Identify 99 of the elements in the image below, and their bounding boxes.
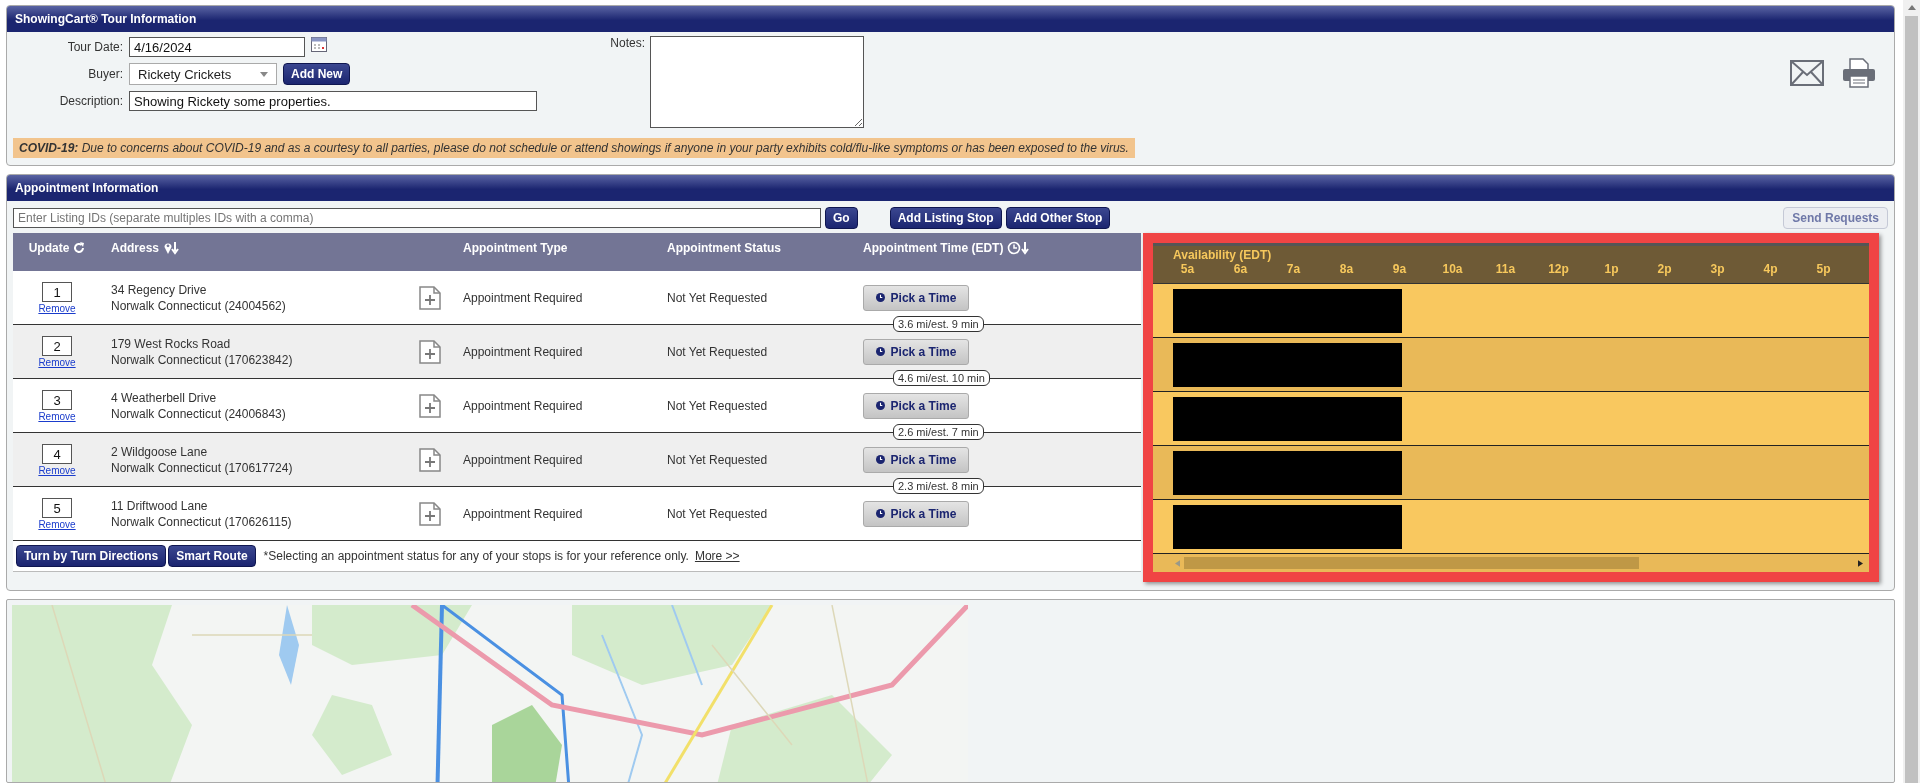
remove-link[interactable]: Remove bbox=[38, 518, 76, 530]
column-header: Update bbox=[28, 241, 70, 255]
order-field[interactable]: 4 bbox=[42, 443, 72, 464]
footnote: *Selecting an appointment status for any of your stops is for your reference only. bbox=[263, 549, 689, 563]
envelope-icon[interactable] bbox=[1790, 60, 1824, 86]
add-note-icon[interactable] bbox=[419, 447, 441, 472]
clock-icon bbox=[875, 509, 885, 518]
more-link[interactable]: More >> bbox=[694, 549, 740, 563]
clock-icon bbox=[875, 347, 885, 356]
clock-icon bbox=[875, 401, 885, 410]
appointment-type: Appointment Required bbox=[463, 398, 583, 413]
printer-icon[interactable] bbox=[1842, 58, 1876, 88]
hour-label: 7a bbox=[1285, 262, 1302, 276]
street-address: 2 Wildgoose Lane bbox=[111, 444, 208, 459]
order-field[interactable]: 3 bbox=[42, 389, 72, 410]
route-button[interactable]: Smart Route bbox=[168, 545, 256, 567]
add-note-icon[interactable] bbox=[419, 339, 441, 364]
city-listing-id: Norwalk Connecticut (24004562) bbox=[111, 298, 286, 313]
city-listing-id: Norwalk Connecticut (170623842) bbox=[111, 352, 293, 367]
city-listing-id: Norwalk Connecticut (170617724) bbox=[111, 460, 293, 475]
street-address: 11 Driftwood Lane bbox=[111, 498, 208, 513]
column-header: Appointment Time (EDT) bbox=[863, 241, 1004, 255]
pick-time-button[interactable]: Pick a Time bbox=[863, 284, 969, 311]
pin-sort-icon[interactable] bbox=[163, 241, 180, 255]
pick-time-button[interactable]: Pick a Time bbox=[863, 392, 969, 419]
appointment-status: Not Yet Requested bbox=[667, 344, 768, 359]
hour-label: 3p bbox=[1709, 262, 1726, 276]
hour-label: 2p bbox=[1656, 262, 1673, 276]
appointment-status: Not Yet Requested bbox=[667, 506, 768, 521]
clock-icon bbox=[875, 455, 885, 464]
column-header: Address bbox=[111, 241, 160, 255]
remove-link[interactable]: Remove bbox=[38, 464, 76, 476]
add-stop-button[interactable]: Add Listing Stop bbox=[889, 207, 1002, 229]
scroll-right-icon[interactable] bbox=[1858, 559, 1863, 567]
availability-title: Availability (EDT) bbox=[1173, 248, 1272, 262]
column-header: Appointment Status bbox=[667, 241, 781, 255]
distance-badge: 3.6 mi/est. 9 min bbox=[893, 316, 984, 332]
buyer-select[interactable]: Rickety Crickets bbox=[129, 63, 277, 85]
hour-label: 8a bbox=[1338, 262, 1355, 276]
horizontal-scrollbar[interactable] bbox=[1153, 554, 1869, 572]
date-field[interactable]: 4/16/2024 bbox=[129, 37, 305, 57]
add-note-icon[interactable] bbox=[419, 285, 441, 310]
order-field[interactable]: 2 bbox=[42, 335, 72, 356]
street-address: 34 Regency Drive bbox=[111, 282, 207, 297]
vertical-scrollbar[interactable] bbox=[1903, 0, 1920, 783]
clock-sort-icon[interactable] bbox=[1007, 241, 1032, 255]
go-button[interactable]: Go bbox=[825, 207, 858, 229]
appointment-type: Appointment Required bbox=[463, 344, 583, 359]
hour-label: 1p bbox=[1603, 262, 1620, 276]
field-label: Description: bbox=[58, 94, 123, 108]
hour-label: 5a bbox=[1179, 262, 1196, 276]
refresh-icon[interactable] bbox=[73, 242, 86, 254]
notes-field[interactable] bbox=[650, 36, 864, 128]
panel-header: Appointment Information bbox=[7, 175, 1894, 201]
caret-icon bbox=[260, 71, 268, 77]
add-new-button[interactable]: Add New bbox=[283, 63, 351, 85]
scroll-up-icon[interactable] bbox=[1907, 5, 1916, 10]
hour-label: 12p bbox=[1547, 262, 1570, 276]
appointment-status: Not Yet Requested bbox=[667, 452, 768, 467]
field-label: Tour Date: bbox=[66, 40, 123, 54]
route-button[interactable]: Turn by Turn Directions bbox=[16, 545, 167, 567]
appointment-type: Appointment Required bbox=[463, 506, 583, 521]
distance-badge: 4.6 mi/est. 10 min bbox=[893, 370, 990, 386]
distance-badge: 2.6 mi/est. 7 min bbox=[893, 424, 984, 440]
order-field[interactable]: 1 bbox=[42, 281, 72, 302]
appointment-status: Not Yet Requested bbox=[667, 398, 768, 413]
field-label: Buyer: bbox=[87, 67, 123, 81]
add-note-icon[interactable] bbox=[419, 501, 441, 526]
pick-time-button[interactable]: Pick a Time bbox=[863, 500, 969, 527]
calendar-icon[interactable] bbox=[311, 36, 327, 52]
hour-label: 11a bbox=[1494, 262, 1517, 276]
pick-time-button[interactable]: Pick a Time bbox=[863, 446, 969, 473]
street-address: 179 West Rocks Road bbox=[111, 336, 231, 351]
hour-label: 9a bbox=[1391, 262, 1408, 276]
listing-ids-field[interactable]: Enter Listing IDs (separate multiples IDs with a comma) bbox=[13, 208, 821, 228]
pick-time-button[interactable]: Pick a Time bbox=[863, 338, 969, 365]
appointment-type: Appointment Required bbox=[463, 290, 583, 305]
hour-label: 6a bbox=[1232, 262, 1249, 276]
column-header: Appointment Type bbox=[463, 241, 568, 255]
field-label: Notes: bbox=[609, 36, 645, 52]
city-listing-id: Norwalk Connecticut (24006843) bbox=[111, 406, 286, 421]
add-note-icon[interactable] bbox=[419, 393, 441, 418]
hour-label: 4p bbox=[1762, 262, 1779, 276]
remove-link[interactable]: Remove bbox=[38, 410, 76, 422]
order-field[interactable]: 5 bbox=[42, 497, 72, 518]
description-field[interactable]: Showing Rickety some properties. bbox=[129, 91, 537, 111]
add-stop-button[interactable]: Add Other Stop bbox=[1005, 207, 1111, 229]
appointment-type: Appointment Required bbox=[463, 452, 583, 467]
hour-label: 5p bbox=[1815, 262, 1832, 276]
remove-link[interactable]: Remove bbox=[38, 302, 76, 314]
hour-label: 10a bbox=[1441, 262, 1464, 276]
covid-notice: COVID-19: Due to concerns about COVID-19 and as a courtesy to all parties, please do not schedule or attend showings if anyone in your party exhibits cold/flu-like symptoms or has been exposed to the virus. bbox=[13, 138, 1135, 158]
appointment-status: Not Yet Requested bbox=[667, 290, 768, 305]
distance-badge: 2.3 mi/est. 8 min bbox=[893, 478, 984, 494]
city-listing-id: Norwalk Connecticut (170626115) bbox=[111, 514, 292, 529]
remove-link[interactable]: Remove bbox=[38, 356, 76, 368]
panel-header: ShowingCart® Tour Information bbox=[7, 6, 1894, 32]
street-address: 4 Weatherbell Drive bbox=[111, 390, 217, 405]
clock-icon bbox=[875, 293, 885, 302]
